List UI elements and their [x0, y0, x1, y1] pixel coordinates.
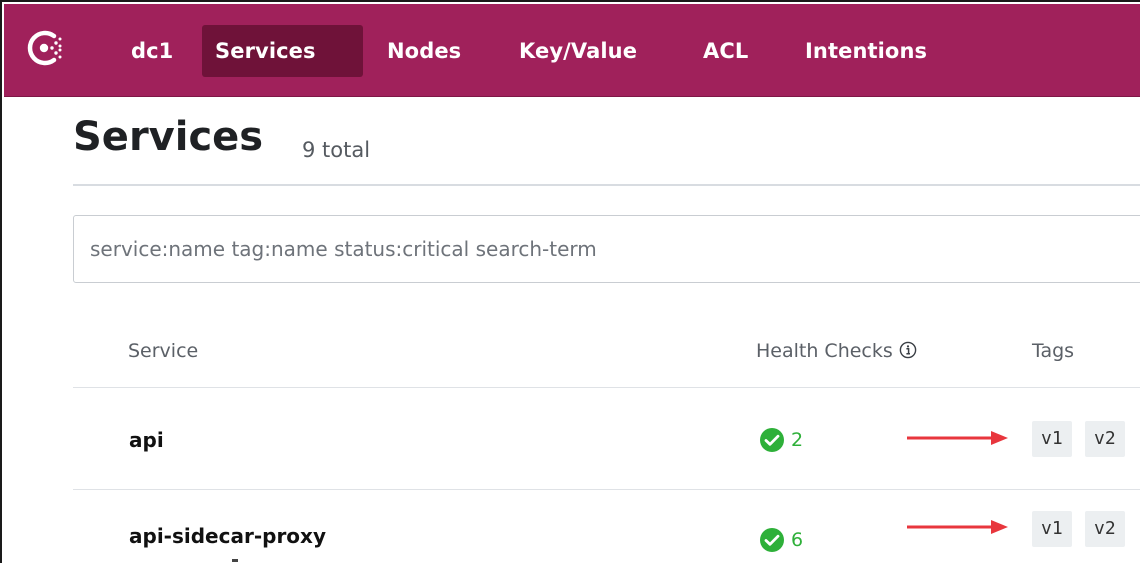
- annotation-arrow-icon: [907, 520, 1008, 534]
- check-circle-icon: [760, 527, 784, 552]
- nav-item-services[interactable]: Services: [202, 25, 363, 77]
- row-divider: [73, 387, 1140, 388]
- nav-item-key-value[interactable]: Key/Value: [506, 25, 650, 77]
- nav-item-nodes[interactable]: Nodes: [374, 25, 474, 77]
- annotation-arrow-icon: [907, 431, 1008, 445]
- service-name-link[interactable]: api: [129, 428, 164, 452]
- datacenter-selector[interactable]: dc1: [118, 25, 186, 77]
- check-circle-icon: [760, 427, 784, 452]
- top-navbar: dc1 Services Nodes Key/Value ACL Intenti…: [4, 4, 1140, 97]
- tag-badge: v2: [1085, 421, 1125, 457]
- search-input[interactable]: [90, 216, 1130, 282]
- column-header-health-checks[interactable]: Health Checks: [756, 340, 917, 362]
- info-icon[interactable]: [899, 341, 917, 359]
- consul-logo-icon[interactable]: [27, 28, 67, 68]
- health-check-count: 6: [791, 528, 804, 551]
- service-name-link[interactable]: api-sidecar-proxy: [129, 524, 326, 548]
- health-check-count: 2: [791, 428, 804, 451]
- row-divider: [73, 489, 1140, 490]
- search-box: [73, 215, 1140, 283]
- column-header-tags: Tags: [1032, 340, 1075, 362]
- nav-item-acl[interactable]: ACL: [690, 25, 761, 77]
- health-check-passing[interactable]: 6: [759, 526, 803, 552]
- tag-badge: v2: [1085, 511, 1125, 547]
- clipped-text-fragment: [232, 559, 238, 562]
- tag-badge: v1: [1032, 511, 1072, 547]
- health-checks-label: Health Checks: [756, 340, 893, 362]
- nav-item-intentions[interactable]: Intentions: [792, 25, 940, 77]
- health-check-passing[interactable]: 2: [759, 426, 803, 452]
- column-header-service[interactable]: Service: [128, 340, 198, 362]
- header-divider: [73, 184, 1140, 186]
- page-title: Services: [73, 114, 264, 160]
- tag-badge: v1: [1032, 421, 1072, 457]
- app-window: dc1 Services Nodes Key/Value ACL Intenti…: [0, 0, 1140, 563]
- service-count: 9 total: [302, 138, 371, 162]
